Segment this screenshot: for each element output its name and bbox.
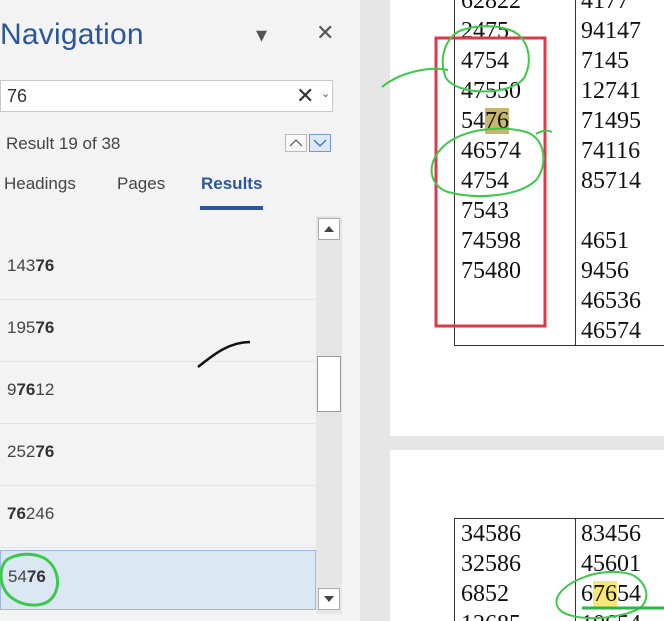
nav-close-icon[interactable]: ✕ <box>316 20 334 46</box>
result-item[interactable]: 19576 <box>0 302 316 362</box>
result-item[interactable]: 76246 <box>0 488 316 548</box>
table-border <box>454 345 664 346</box>
scrollbar-thumb[interactable] <box>317 356 341 412</box>
table-border <box>575 0 576 346</box>
table-cell: 5476 <box>461 108 509 135</box>
table-cell: 4754 <box>461 48 509 74</box>
table-cell: 4651 <box>581 228 629 254</box>
result-item[interactable]: 97612 <box>0 364 316 424</box>
result-prefix: 195 <box>7 318 36 337</box>
scroll-down-button[interactable] <box>318 588 340 610</box>
scroll-up-arrow-icon <box>324 226 334 232</box>
table-border <box>454 518 455 621</box>
result-match: 76 <box>16 380 36 399</box>
table-cell: 46574 <box>581 318 641 344</box>
document-area: 62822 2475 4754 47550 5476 46574 4754 7543 74598… <box>360 0 664 621</box>
cell-text: 5476 <box>461 108 509 134</box>
table-cell: 4754 <box>461 168 509 194</box>
result-prefix: 252 <box>7 442 36 461</box>
table-cell: 74116 <box>581 138 641 164</box>
clear-search-icon[interactable]: ✕ <box>296 83 314 109</box>
document-page-1: 62822 2475 4754 47550 5476 46574 4754 7543 74598… <box>390 0 664 436</box>
table-cell: 12685 <box>461 611 521 621</box>
table-cell: 71495 <box>581 108 641 134</box>
result-match: 76 <box>35 318 55 337</box>
table-cell: 46536 <box>581 288 641 314</box>
table-cell: 45601 <box>581 551 641 577</box>
search-match-highlight: 76 <box>593 581 617 607</box>
tab-pages[interactable]: Pages <box>117 174 165 194</box>
result-match: 76 <box>26 567 46 586</box>
table-cell: 6852 <box>461 581 509 607</box>
table-cell: 4177 <box>581 0 629 14</box>
results-scrollbar[interactable] <box>316 216 342 614</box>
result-match: 76 <box>35 442 55 461</box>
table-cell: 74598 <box>461 228 521 254</box>
table-cell: 7543 <box>461 198 509 224</box>
result-item-text: 5476 <box>8 567 46 587</box>
result-item-text: 19576 <box>7 318 54 338</box>
next-result-button[interactable] <box>309 134 331 152</box>
table-cell: 85714 <box>581 168 641 194</box>
result-match: 76 <box>7 504 26 523</box>
table-cell: 47550 <box>461 78 521 104</box>
tab-headings[interactable]: Headings <box>4 174 76 194</box>
table-border <box>454 518 664 519</box>
result-item[interactable]: 5476 <box>0 550 316 610</box>
search-options-chevron-down-icon[interactable]: ⌄ <box>321 87 330 100</box>
result-item-text: 97612 <box>7 380 54 400</box>
result-item[interactable]: 25276 <box>0 426 316 486</box>
result-suffix: 12 <box>35 380 55 399</box>
previous-result-button[interactable] <box>285 134 307 152</box>
search-box: ✕ ⌄ <box>0 80 333 112</box>
table-cell: 9456 <box>581 258 629 284</box>
result-match: 76 <box>35 256 55 275</box>
result-suffix: 246 <box>25 504 55 523</box>
table-cell: 2475 <box>461 18 509 44</box>
tab-results[interactable]: Results <box>201 174 262 194</box>
table-cell: 7145 <box>581 48 629 74</box>
document-page-2: 34586 32586 6852 12685 83456 45601 67654 10654 <box>390 450 664 621</box>
table-cell: 67654 <box>581 581 641 608</box>
chevron-down-icon <box>313 139 327 147</box>
result-item[interactable]: 14376 <box>0 240 316 300</box>
nav-pane-title: Navigation <box>0 18 144 51</box>
scroll-down-arrow-icon <box>324 596 334 602</box>
search-match-highlight: 76 <box>485 108 509 134</box>
results-list: 14376 19576 97612 25276 76246 5476 <box>0 240 316 621</box>
table-cell: 12741 <box>581 78 641 104</box>
table-border <box>454 0 455 346</box>
result-prefix: 143 <box>7 256 36 275</box>
navigation-pane: Navigation ▾ ✕ ✕ ⌄ Result 19 of 38 Headi… <box>0 0 361 621</box>
result-prefix: 54 <box>8 567 27 586</box>
result-count: Result 19 of 38 <box>6 134 121 153</box>
active-tab-indicator <box>200 206 263 210</box>
search-input[interactable] <box>7 85 287 107</box>
result-item-text: 76246 <box>7 504 54 524</box>
table-cell: 34586 <box>461 521 521 547</box>
table-cell: 10654 <box>581 611 641 621</box>
table-border <box>575 518 576 621</box>
result-item-text: 14376 <box>7 256 54 276</box>
table-cell: 32586 <box>461 551 521 577</box>
chevron-up-icon <box>289 139 303 147</box>
table-cell: 75480 <box>461 258 521 284</box>
nav-options-dropdown-icon[interactable]: ▾ <box>256 22 267 48</box>
table-cell: 46574 <box>461 138 521 164</box>
table-cell: 62822 <box>461 0 521 14</box>
cell-text: 67654 <box>581 581 641 607</box>
scroll-up-button[interactable] <box>318 218 340 240</box>
table-cell: 83456 <box>581 521 641 547</box>
table-cell: 94147 <box>581 18 641 44</box>
result-item-text: 25276 <box>7 442 54 462</box>
